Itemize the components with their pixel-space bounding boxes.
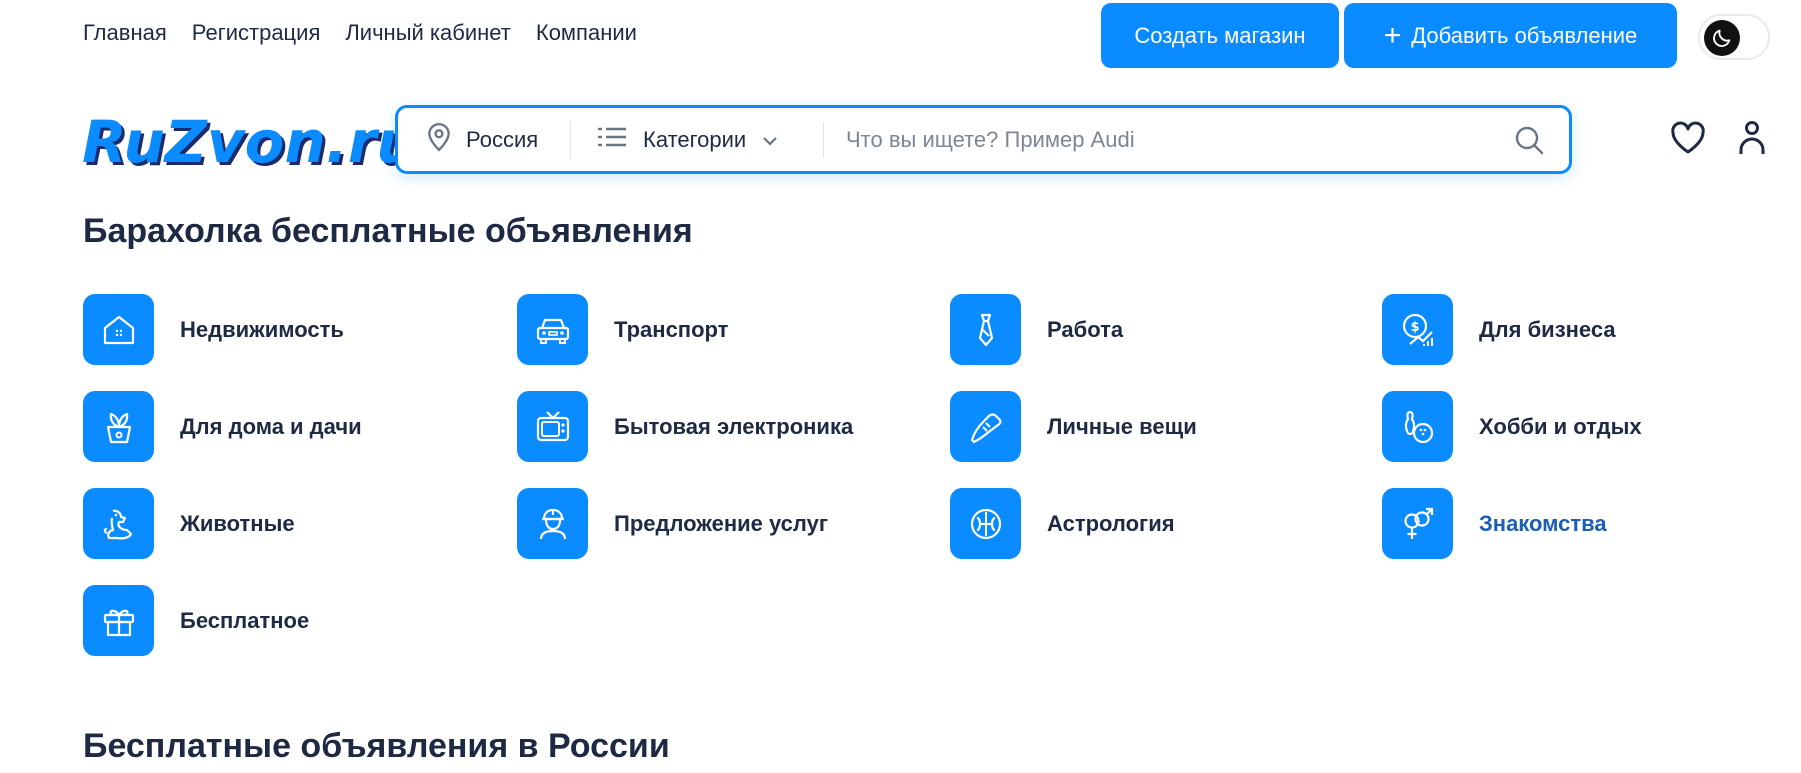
nav-link-register[interactable]: Регистрация [192, 20, 321, 46]
category-label: Хобби и отдых [1479, 413, 1642, 439]
nav-link-home[interactable]: Главная [83, 20, 167, 46]
chevron-down-icon [762, 127, 778, 153]
category-label: Личные вещи [1047, 413, 1197, 439]
region-selector[interactable]: Россия [426, 108, 538, 171]
search-input[interactable] [846, 118, 1496, 162]
category-real-estate[interactable]: Недвижимость [83, 294, 344, 365]
category-label: Недвижимость [180, 316, 344, 342]
house-icon [83, 294, 154, 365]
user-icon[interactable] [1738, 120, 1766, 161]
category-label: Знакомства [1479, 510, 1607, 536]
category-hobby[interactable]: Хобби и отдых [1382, 391, 1642, 462]
top-nav: Главная Регистрация Личный кабинет Компа… [83, 20, 637, 46]
plant-pot-icon [83, 391, 154, 462]
divider [823, 122, 824, 158]
category-label: Для бизнеса [1479, 316, 1616, 342]
category-personal-items[interactable]: Личные вещи [950, 391, 1197, 462]
tv-icon [517, 391, 588, 462]
category-label: Астрология [1047, 510, 1175, 536]
section-title: Бесплатные объявления в России [83, 727, 670, 765]
site-logo[interactable]: RuZvon.ru [82, 108, 418, 176]
create-shop-button[interactable]: Создать магазин [1101, 3, 1339, 68]
money-growth-icon: $ [1382, 294, 1453, 365]
plus-icon: + [1383, 18, 1402, 52]
worker-icon [517, 488, 588, 559]
tie-icon [950, 294, 1021, 365]
zodiac-icon [950, 488, 1021, 559]
bowling-icon [1382, 391, 1453, 462]
category-home-garden[interactable]: Для дома и дачи [83, 391, 362, 462]
category-business[interactable]: $ Для бизнеса [1382, 294, 1616, 365]
category-label: Предложение услуг [614, 510, 828, 536]
nav-link-account[interactable]: Личный кабинет [345, 20, 511, 46]
gender-icon [1382, 488, 1453, 559]
divider [570, 122, 571, 158]
search-bar: Россия Категории [395, 105, 1572, 174]
categories-label: Категории [643, 126, 747, 152]
menu-lines-icon [597, 126, 627, 154]
category-label: Бытовая электроника [614, 413, 854, 439]
category-astrology[interactable]: Астрология [950, 488, 1175, 559]
theme-toggle[interactable] [1698, 14, 1770, 60]
car-icon [517, 294, 588, 365]
svg-text:$: $ [1410, 320, 1419, 335]
category-dating[interactable]: Знакомства [1382, 488, 1607, 559]
category-label: Транспорт [614, 316, 729, 342]
page-title: Барахолка бесплатные объявления [83, 212, 693, 250]
region-label: Россия [466, 126, 539, 152]
category-label: Бесплатное [180, 607, 310, 633]
category-work[interactable]: Работа [950, 294, 1123, 365]
nav-link-companies[interactable]: Компании [536, 20, 637, 46]
category-label: Работа [1047, 316, 1124, 342]
category-transport[interactable]: Транспорт [517, 294, 728, 365]
category-label: Для дома и дачи [180, 413, 362, 439]
add-ad-button[interactable]: + Добавить объявление [1344, 3, 1677, 68]
location-pin-icon [426, 122, 452, 158]
create-shop-label: Создать магазин [1134, 22, 1306, 48]
add-ad-label: Добавить объявление [1411, 22, 1638, 48]
gift-icon [83, 585, 154, 656]
category-label: Животные [180, 510, 295, 536]
search-icon[interactable] [1513, 124, 1545, 161]
dog-icon [83, 488, 154, 559]
category-animals[interactable]: Животные [83, 488, 295, 559]
categories-dropdown[interactable]: Категории [597, 108, 778, 171]
category-electronics[interactable]: Бытовая электроника [517, 391, 853, 462]
heart-icon[interactable] [1670, 121, 1706, 160]
sneaker-icon [950, 391, 1021, 462]
category-services[interactable]: Предложение услуг [517, 488, 828, 559]
moon-icon [1704, 20, 1740, 56]
category-free[interactable]: Бесплатное [83, 585, 309, 656]
